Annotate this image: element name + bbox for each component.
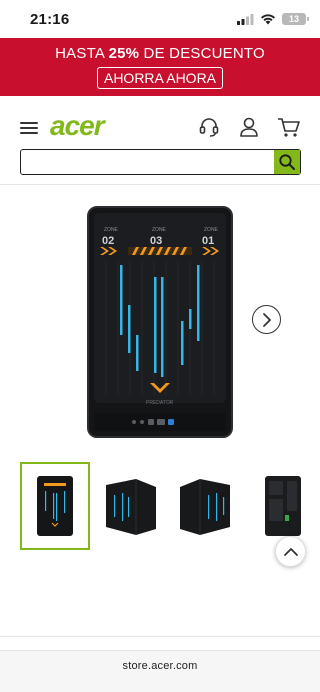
search-icon — [279, 154, 295, 170]
promo-text: HASTA 25% DE DESCUENTO — [0, 45, 320, 62]
thumbnail-angled-left[interactable] — [96, 462, 166, 550]
search-input[interactable] — [21, 150, 274, 174]
status-bar: 21:16 13 — [0, 0, 320, 38]
shop-now-button[interactable]: AHORRA AHORA — [96, 67, 224, 89]
product-image[interactable]: ZONE 02 ZONE 03 ZONE 01 PREDATOR — [86, 205, 234, 441]
zone-label-right: ZONE — [204, 227, 219, 233]
site-header: acer — [0, 112, 320, 144]
desktop-tower-illustration: ZONE 02 ZONE 03 ZONE 01 PREDATOR — [87, 206, 233, 438]
chevron-up-icon — [283, 547, 298, 556]
wifi-icon — [261, 14, 275, 25]
promo-discount: 25% — [108, 45, 140, 62]
thumbnail-rear-image — [265, 476, 301, 536]
header-divider — [0, 184, 320, 185]
status-time: 21:16 — [30, 10, 70, 28]
chevron-right-icon — [262, 312, 271, 327]
carousel-next-button[interactable] — [252, 305, 281, 334]
browser-url-bar[interactable]: store.acer.com — [0, 650, 320, 692]
menu-icon[interactable] — [20, 122, 38, 134]
promo-text-prefix: HASTA — [55, 45, 109, 62]
brand-badge: PREDATOR — [146, 400, 174, 406]
thumbnail-angled-right-image — [180, 479, 230, 535]
promo-text-suffix: DE DESCUENTO — [139, 45, 265, 62]
zone-label-center: ZONE — [152, 227, 167, 233]
user-icon[interactable] — [238, 116, 260, 138]
zone-number-right: 01 — [202, 235, 214, 247]
content-divider — [0, 636, 320, 637]
scroll-to-top-button[interactable] — [275, 536, 306, 567]
thumbnail-angled-left-image — [106, 479, 156, 535]
cart-icon[interactable] — [277, 116, 301, 138]
headset-icon[interactable] — [198, 116, 220, 138]
thumbnail-front-image — [37, 476, 73, 536]
zone-label-left: ZONE — [104, 227, 119, 233]
battery-icon: 13 — [282, 13, 309, 25]
acer-logo[interactable]: acer — [50, 112, 126, 142]
zone-number-left: 02 — [102, 235, 114, 247]
url-text: store.acer.com — [122, 660, 198, 672]
status-icons: 13 — [237, 13, 309, 25]
search-bar — [20, 149, 301, 175]
search-button[interactable] — [274, 150, 300, 174]
thumbnail-angled-right[interactable] — [170, 462, 240, 550]
signal-icon — [237, 13, 254, 25]
logo-text: acer — [50, 112, 107, 141]
promo-banner: HASTA 25% DE DESCUENTO AHORRA AHORA — [0, 38, 320, 96]
zone-number-center: 03 — [150, 235, 162, 247]
thumbnail-front[interactable] — [20, 462, 90, 550]
battery-level: 13 — [288, 14, 299, 24]
